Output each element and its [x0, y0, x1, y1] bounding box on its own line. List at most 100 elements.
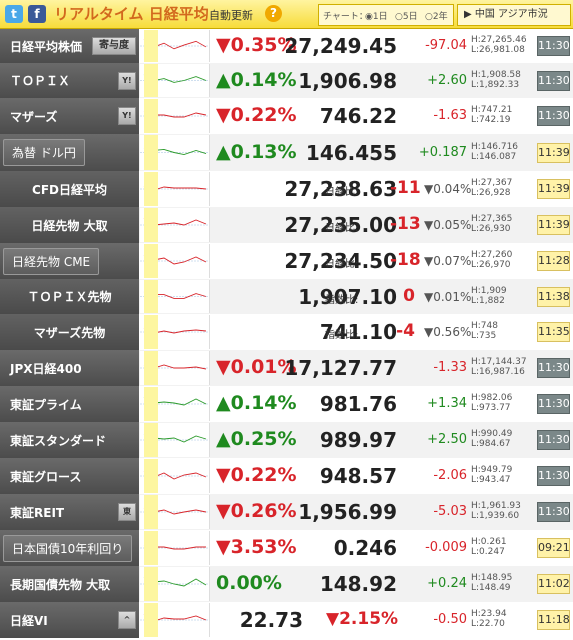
diff-percent: 0.01%	[424, 290, 471, 304]
low-value: L:26,981.08	[471, 45, 525, 55]
high-low: H:17,144.37 L:16,987.16	[471, 357, 527, 377]
row-label-text: 日経VI	[10, 613, 48, 628]
change-percent: 0.22%	[216, 104, 297, 126]
chart-highlight	[144, 208, 158, 242]
row-label[interactable]: 日経VI ^	[0, 602, 139, 638]
row-link-button[interactable]: 寄与度	[92, 37, 136, 55]
high-low: H:1,908.58 L:1,892.33	[471, 70, 521, 90]
table-row: 日本国債10年利回り 3.53% 0.246 -0.009 H:0.261L:0.247…	[0, 530, 573, 567]
row-label-text: ＴＯＰＩＸ先物	[27, 290, 112, 304]
diff-value: -4	[396, 321, 415, 341]
row-label[interactable]: 日経先物 大取	[0, 207, 139, 243]
chart-highlight	[144, 172, 158, 206]
mini-chart[interactable]	[140, 99, 210, 133]
table-row: 長期国債先物 大取 0.00% 148.92 +0.24 H:148.95 L:148.4…	[0, 566, 573, 603]
row-label[interactable]: 東証グロース	[0, 458, 139, 494]
facebook-icon[interactable]: f	[28, 5, 46, 23]
mini-chart[interactable]	[140, 244, 210, 278]
row-label[interactable]: 日本国債10年利回り	[0, 530, 139, 566]
current-price: 148.92	[319, 572, 397, 596]
low-value: L:26,930	[471, 224, 511, 234]
mini-chart[interactable]	[140, 351, 210, 385]
diff-value: -13	[390, 214, 421, 234]
current-price: 27,249.45	[284, 34, 397, 58]
row-label-text: CFD日経平均	[32, 182, 107, 197]
row-label-text: マザーズ先物	[33, 325, 106, 340]
diff-value: -11	[390, 178, 421, 198]
row-label[interactable]: 東証スタンダード	[0, 422, 139, 458]
update-time: 11:30	[537, 430, 570, 450]
row-label[interactable]: マザーズ先物	[0, 314, 139, 350]
row-label[interactable]: 為替 ドル円	[0, 134, 139, 171]
update-time: 11:35	[537, 322, 570, 342]
row-label[interactable]: CFD日経平均	[0, 171, 139, 207]
mini-chart[interactable]	[140, 315, 210, 349]
row-link-button[interactable]: Y!	[118, 107, 136, 125]
mini-chart[interactable]	[140, 135, 210, 170]
row-label[interactable]: ＴＯＰＩＸ先物	[0, 279, 139, 314]
change-percent: 0.14%	[216, 69, 297, 91]
mini-chart[interactable]	[140, 567, 210, 601]
change-percent: 3.53%	[216, 536, 297, 558]
update-time: 11:02	[537, 574, 570, 594]
high-low: H:990.49 L:984.67	[471, 429, 512, 449]
row-link-button[interactable]: 東	[118, 503, 136, 521]
table-row: 東証REIT 東 0.26%1,956.99 -5.03 H:1,961.93L:1,9…	[0, 494, 573, 531]
mini-chart[interactable]	[140, 459, 210, 493]
asia-market-button[interactable]: ▶ 中国 アジア市況	[457, 4, 571, 26]
low-value: L:148.49	[471, 583, 511, 593]
high-value: H:747.21	[471, 105, 513, 115]
low-value: L:973.77	[471, 403, 511, 413]
chart-highlight	[144, 459, 158, 493]
row-label[interactable]: JPX日経400	[0, 350, 139, 386]
range-1d-radio[interactable]: ◉1日	[365, 9, 388, 22]
mini-chart[interactable]	[140, 531, 210, 565]
high-value: H:23.94	[471, 609, 507, 619]
mini-chart[interactable]	[140, 64, 210, 97]
mini-chart[interactable]	[140, 423, 210, 457]
change-value: -5.03	[433, 504, 467, 519]
mini-chart[interactable]	[140, 208, 210, 242]
row-label-text: 長期国債先物 大取	[10, 577, 111, 592]
low-value: L:26,928	[471, 188, 511, 198]
current-price: 981.76	[319, 392, 397, 416]
chart-highlight	[144, 423, 158, 457]
row-link-button[interactable]: ^	[118, 611, 136, 629]
diff-label: 日経比:	[325, 187, 359, 198]
low-value: L:1,892.33	[471, 79, 520, 90]
update-time: 11:30	[537, 466, 570, 486]
mini-chart[interactable]	[140, 280, 210, 313]
twitter-icon[interactable]: t	[5, 5, 23, 23]
chart-highlight	[144, 99, 158, 133]
row-label[interactable]: 東証プライム	[0, 386, 139, 422]
row-link-button[interactable]: Y!	[118, 71, 136, 90]
range-5d-radio[interactable]: ○5日	[395, 9, 418, 22]
mini-chart[interactable]	[140, 495, 210, 529]
high-low: H:27,265.46 L:26,981.08	[471, 35, 527, 55]
mini-chart[interactable]	[140, 172, 210, 206]
row-label-text: 為替 ドル円	[3, 139, 85, 166]
mini-chart[interactable]	[140, 603, 210, 637]
diff-label: 日経比:	[325, 259, 359, 270]
row-label[interactable]: 長期国債先物 大取	[0, 566, 139, 602]
row-label[interactable]: 日経平均株価 寄与度	[0, 29, 139, 63]
current-price: 1,906.98	[298, 68, 397, 93]
low-value: L:146.087	[471, 151, 517, 162]
current-price: 146.455	[305, 140, 397, 165]
diff-percent: 0.07%	[424, 254, 471, 268]
high-low: H:0.261 L:0.247	[471, 537, 507, 557]
mini-chart[interactable]	[140, 387, 210, 421]
row-label[interactable]: 日経先物 CME	[0, 243, 139, 279]
table-row: マザーズ Y! 0.22% 746.22 -1.63 H:747.21L:742.19 11…	[0, 98, 573, 135]
mini-chart[interactable]	[140, 30, 210, 62]
high-value: H:27,265.46	[471, 35, 527, 45]
diff-label: 指数比:	[325, 294, 359, 306]
range-2y-radio[interactable]: ○2年	[425, 9, 448, 22]
help-icon[interactable]: ?	[265, 5, 282, 22]
high-value: H:990.49	[471, 429, 513, 439]
row-label[interactable]: ＴＯＰＩＸ Y!	[0, 63, 139, 98]
high-low: H:1,961.93 L:1,939.60	[471, 501, 521, 521]
row-label[interactable]: 東証REIT 東	[0, 494, 139, 530]
row-label-text: 日経平均株価	[10, 39, 83, 54]
row-label[interactable]: マザーズ Y!	[0, 98, 139, 134]
